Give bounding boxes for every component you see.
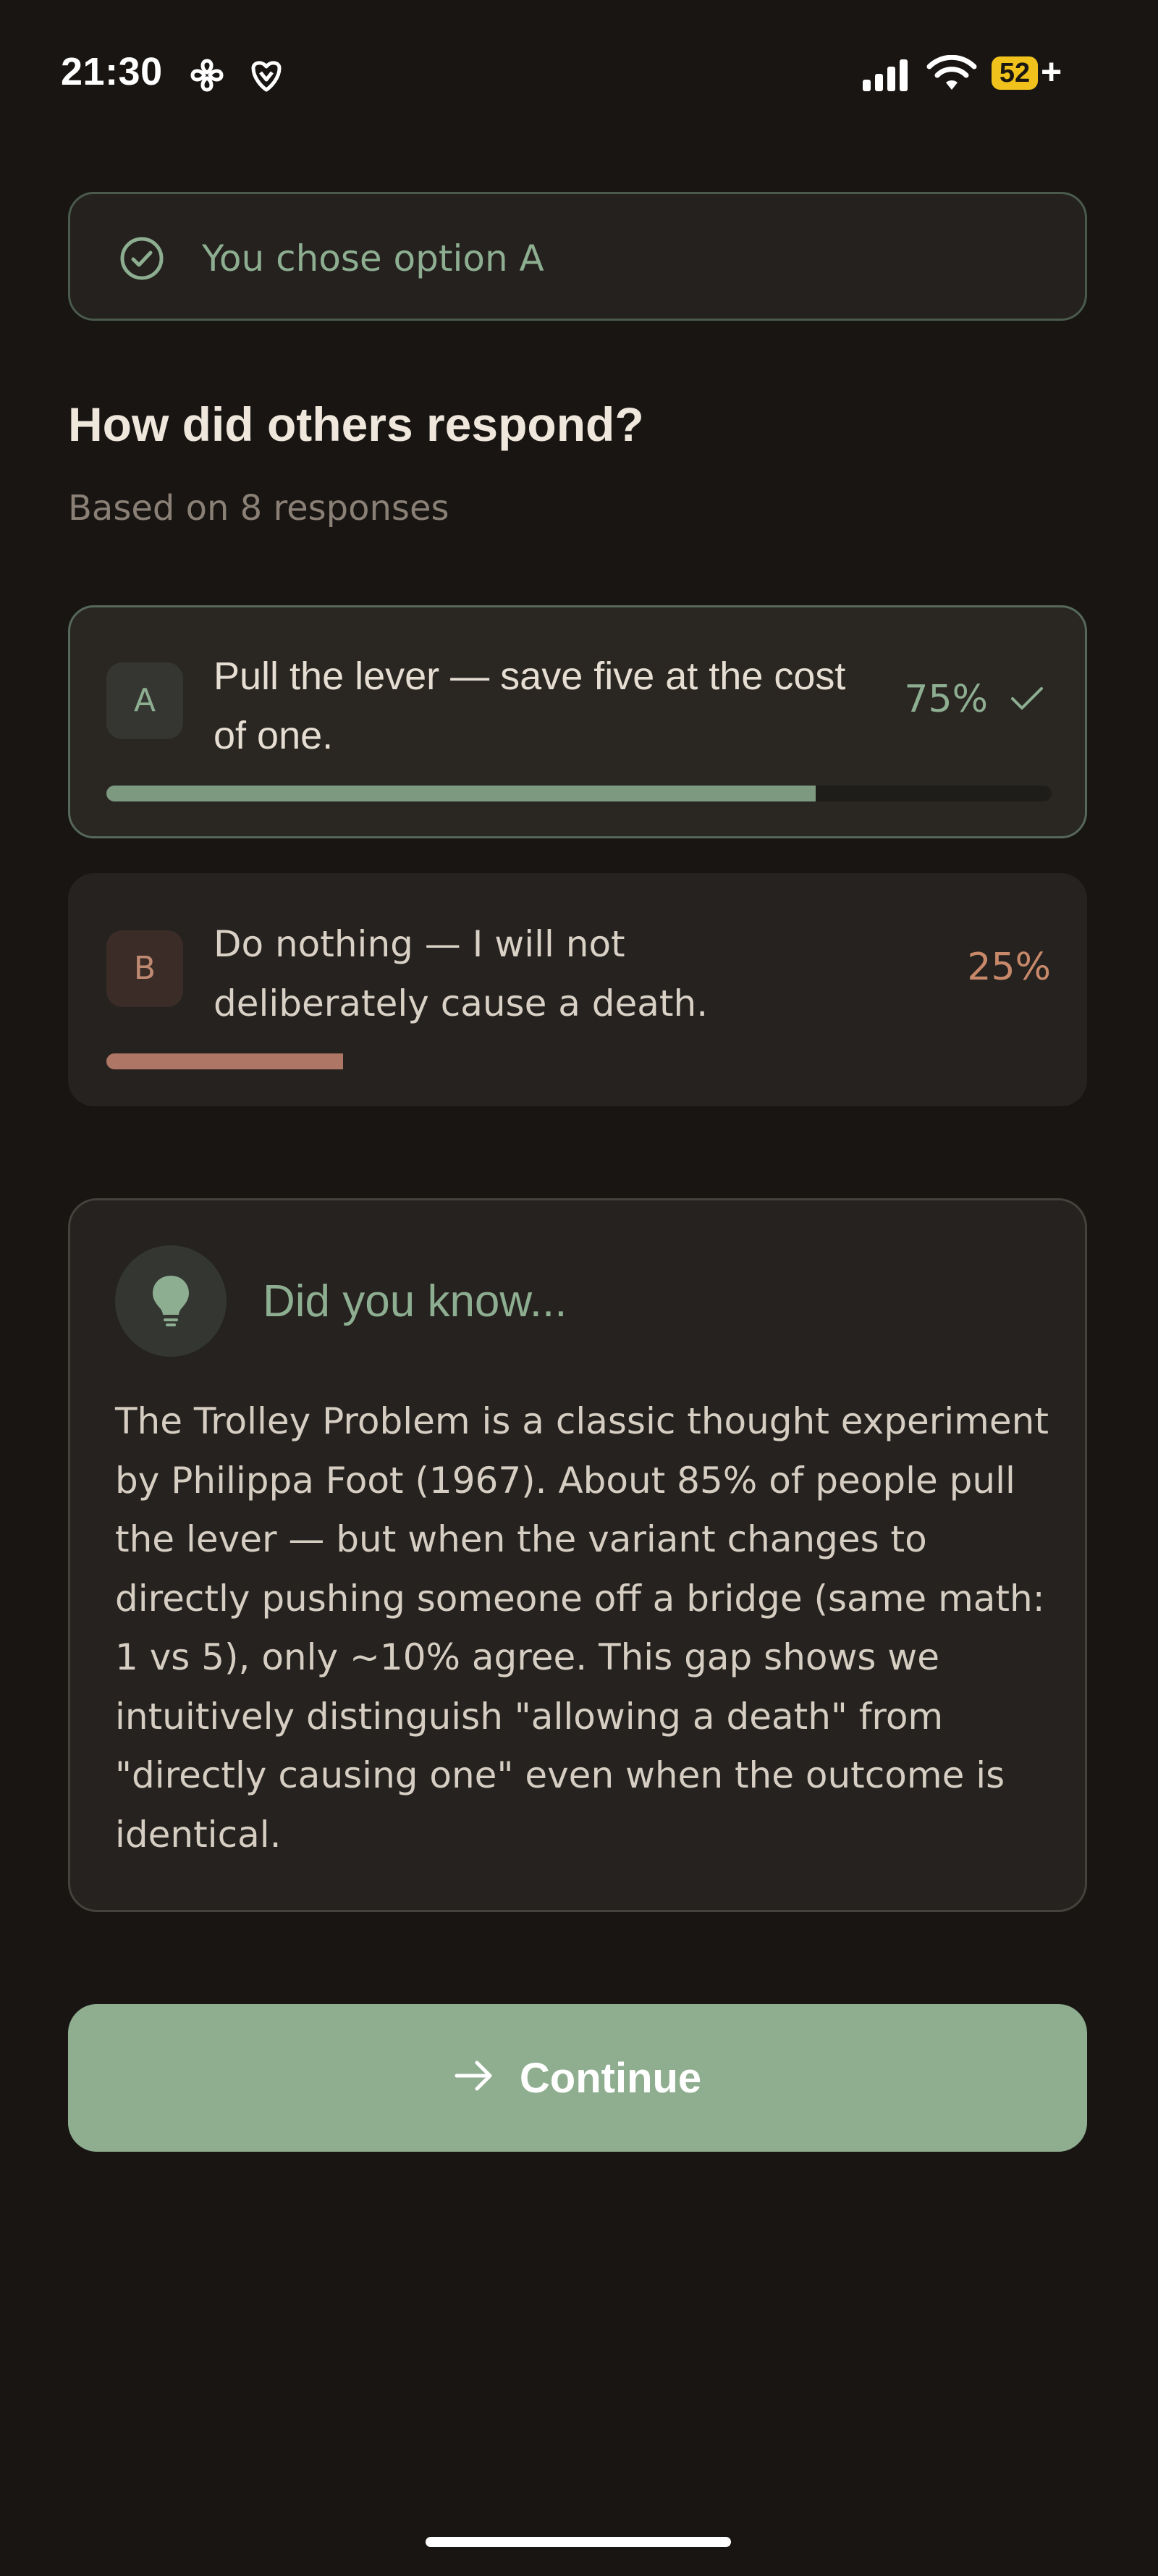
- app-notification-icon-2: [251, 61, 282, 92]
- choice-banner: You chose option A: [68, 192, 1087, 321]
- check-circle-icon: [120, 237, 164, 280]
- option-letter-badge: B: [106, 930, 183, 1007]
- result-option-b: B Do nothing — I will not deliberately c…: [68, 873, 1087, 1106]
- option-progress-track: [106, 786, 1052, 801]
- check-icon: [1011, 687, 1043, 710]
- option-progress-fill: [106, 1053, 343, 1069]
- lightbulb-icon-badge: [115, 1245, 227, 1357]
- status-time: 21:30: [61, 50, 163, 93]
- option-letter-badge: A: [106, 662, 183, 739]
- battery-icon: 52: [992, 56, 1038, 90]
- option-percentage: 25%: [967, 946, 1051, 989]
- option-text: Pull the lever — save five at the cost o…: [214, 654, 846, 757]
- results-title: How did others respond?: [68, 397, 644, 451]
- continue-button-content[interactable]: Continue: [68, 2004, 1087, 2152]
- option-text: Do nothing — I will not deliberately cau…: [214, 923, 709, 1024]
- result-option-a: A Pull the lever — save five at the cost…: [68, 605, 1087, 838]
- option-progress-fill: [106, 786, 816, 801]
- did-you-know-title: Did you know...: [263, 1276, 567, 1326]
- home-indicator[interactable]: [426, 2537, 731, 2547]
- did-you-know-body: The Trolley Problem is a classic thought…: [115, 1400, 1049, 1856]
- continue-button[interactable]: Continue: [68, 2004, 1087, 2152]
- option-progress-track: [106, 1053, 1052, 1069]
- option-percentage: 75%: [904, 678, 988, 721]
- lightbulb-icon: [153, 1276, 189, 1326]
- choice-text: You chose option A: [202, 237, 544, 279]
- signal-icon: [863, 59, 908, 91]
- status-bar: 21:30 52 +: [0, 0, 1158, 145]
- battery-charging-plus: +: [1041, 51, 1062, 92]
- app-notification-icon: [190, 59, 224, 92]
- did-you-know-card: Did you know... The Trolley Problem is a…: [68, 1198, 1087, 1912]
- wifi-icon: [926, 55, 977, 90]
- arrow-right-icon: [455, 2061, 492, 2090]
- continue-label[interactable]: Continue: [520, 2056, 701, 2100]
- results-subtitle: Based on 8 responses: [68, 488, 449, 529]
